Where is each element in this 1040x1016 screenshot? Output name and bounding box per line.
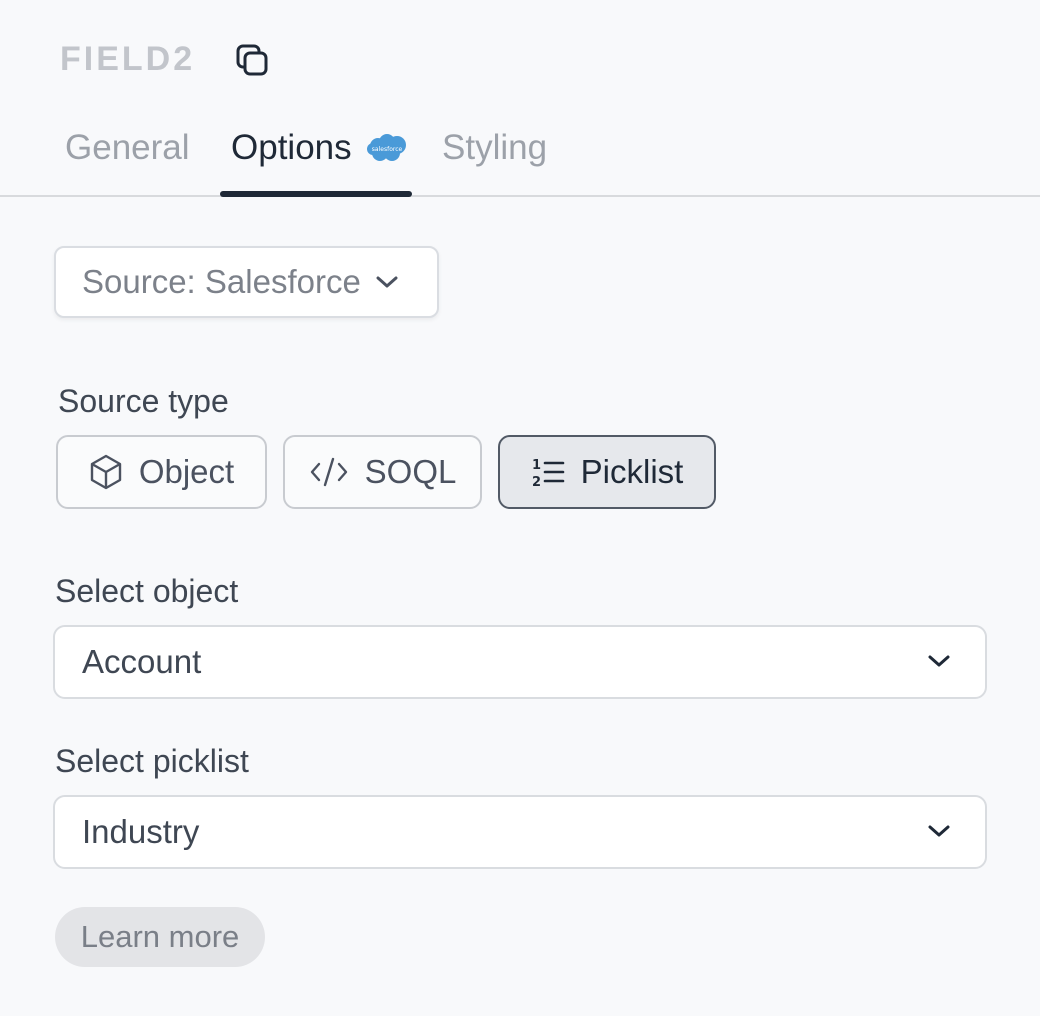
svg-text:salesforce: salesforce — [371, 146, 402, 153]
source-type-soql-button[interactable]: SOQL — [283, 435, 482, 509]
select-object-value: Account — [82, 643, 202, 680]
tab-bar: General Options salesforce Styling — [0, 118, 1040, 197]
tab-general[interactable]: General — [65, 128, 190, 168]
source-type-soql-label: SOQL — [364, 453, 457, 490]
select-object-dropdown[interactable]: Account — [53, 625, 987, 699]
learn-more-button[interactable]: Learn more — [55, 907, 265, 967]
svg-text:1: 1 — [532, 458, 541, 473]
tab-options[interactable]: Options salesforce — [231, 128, 408, 168]
select-picklist-dropdown[interactable]: Industry — [53, 795, 987, 869]
chevron-down-icon — [928, 825, 950, 837]
source-type-object-label: Object — [138, 453, 235, 490]
source-type-label: Source type — [58, 383, 229, 419]
copy-button[interactable] — [235, 43, 269, 77]
code-icon — [310, 457, 347, 487]
active-tab-indicator — [220, 191, 412, 197]
select-picklist-label: Select picklist — [55, 743, 249, 779]
copy-icon — [236, 44, 268, 75]
chevron-down-icon — [928, 655, 950, 667]
salesforce-logo-icon: salesforce — [366, 134, 406, 161]
chevron-down-icon — [376, 276, 398, 288]
tab-options-label: Options — [231, 128, 352, 167]
select-picklist-value: Industry — [82, 813, 200, 850]
source-type-picklist-button[interactable]: 1 2 Picklist — [498, 435, 716, 509]
panel-header: FIELD2 — [60, 40, 269, 79]
field-name-title: FIELD2 — [60, 40, 196, 78]
ordered-list-icon: 1 2 — [532, 458, 564, 489]
source-select-label: Source: Salesforce — [82, 263, 361, 300]
tab-styling[interactable]: Styling — [442, 128, 547, 168]
tab-styling-label: Styling — [442, 128, 548, 167]
select-object-label: Select object — [55, 573, 239, 609]
cube-icon — [90, 454, 122, 490]
source-select-button[interactable]: Source: Salesforce — [54, 246, 439, 318]
source-type-object-button[interactable]: Object — [56, 435, 267, 509]
tab-general-label: General — [65, 128, 190, 167]
svg-text:2: 2 — [532, 475, 541, 489]
source-type-picklist-label: Picklist — [580, 453, 684, 490]
